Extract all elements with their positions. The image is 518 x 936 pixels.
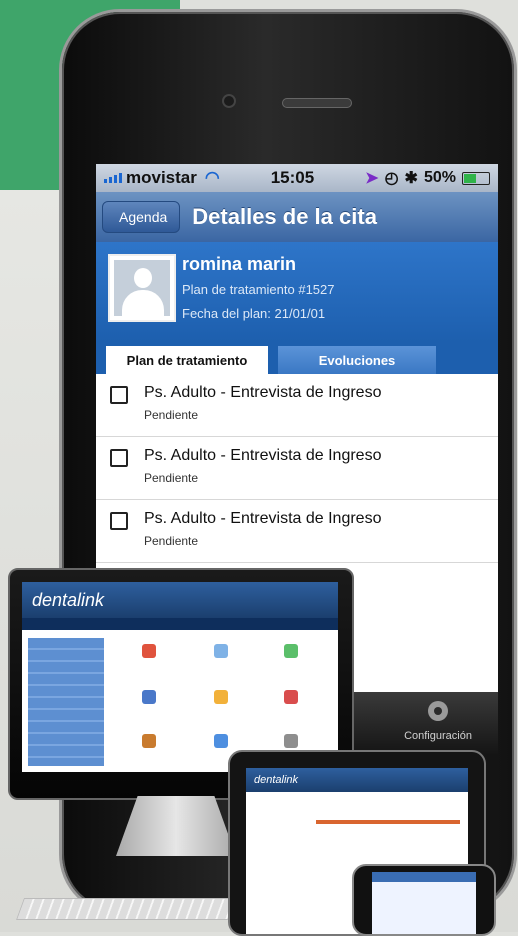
front-camera (222, 94, 236, 108)
status-time: 15:05 (270, 168, 315, 187)
menu-icon (284, 690, 298, 704)
treatment-list: Ps. Adulto - Entrevista de Ingreso Pendi… (96, 374, 498, 563)
monitor-nav (22, 618, 338, 630)
earpiece-speaker (282, 98, 352, 108)
item-status: Pendiente (144, 408, 199, 422)
patient-name: romina marin (182, 254, 297, 274)
item-title: Ps. Adulto - Entrevista de Ingreso (144, 384, 382, 401)
checkbox[interactable] (110, 512, 128, 530)
configuracion-label: Configuración (404, 730, 472, 742)
battery-percent: 50% (423, 169, 456, 186)
menu-icon (142, 734, 156, 748)
list-item[interactable]: Ps. Adulto - Entrevista de Ingreso Pendi… (96, 437, 498, 500)
patient-header: romina marin Plan de tratamiento #1527 F… (96, 242, 498, 342)
keyboard (15, 898, 237, 920)
tab-evoluciones[interactable]: Evoluciones (278, 346, 436, 374)
menu-icon (214, 734, 228, 748)
gear-icon (425, 698, 451, 724)
tablet-logo: dentalink (254, 774, 299, 786)
item-status: Pendiente (144, 534, 199, 548)
bluetooth-icon: ✱ (404, 170, 418, 187)
item-status: Pendiente (144, 471, 199, 485)
tab-configuracion[interactable]: Configuración (388, 698, 488, 742)
monitor-sidebar (28, 638, 104, 766)
clock-icon: ◴ (384, 170, 399, 187)
menu-icon (284, 734, 298, 748)
menu-icon (214, 644, 228, 658)
checkbox[interactable] (110, 386, 128, 404)
tab-plan-de-tratamiento[interactable]: Plan de tratamiento (106, 346, 268, 374)
back-button[interactable]: Agenda (102, 201, 181, 233)
tablet-header: dentalink (246, 768, 468, 792)
wifi-icon: ◠ (204, 168, 220, 187)
plan-date: Fecha del plan: 21/01/01 (182, 306, 326, 321)
page-title: Detalles de la cita (192, 204, 377, 229)
status-bar: movistar ◠ 15:05 ➤ ◴ ✱ 50% (96, 164, 498, 192)
list-item[interactable]: Ps. Adulto - Entrevista de Ingreso Pendi… (96, 500, 498, 563)
location-icon: ➤ (365, 170, 379, 187)
small-phone-screen (372, 872, 476, 934)
small-phone-device (352, 864, 496, 936)
tablet-accent-bar (316, 820, 460, 824)
treatment-plan-number: Plan de tratamiento #1527 (182, 282, 335, 297)
signal-icon (104, 173, 122, 183)
tab-bar-top: Plan de tratamiento Evoluciones (96, 342, 498, 374)
monitor-header: dentalink (22, 582, 338, 618)
item-title: Ps. Adulto - Entrevista de Ingreso (144, 510, 382, 527)
navigation-bar: Agenda Detalles de la cita (96, 192, 498, 242)
item-title: Ps. Adulto - Entrevista de Ingreso (144, 447, 382, 464)
menu-icon (142, 690, 156, 704)
user-silhouette-icon (114, 260, 170, 316)
carrier-name: movistar (126, 168, 197, 187)
menu-icon (142, 644, 156, 658)
back-button-label: Agenda (119, 209, 168, 225)
menu-icon (284, 644, 298, 658)
avatar (108, 254, 176, 322)
battery-icon (461, 171, 490, 185)
status-right: ➤ ◴ ✱ 50% (365, 168, 490, 188)
list-item[interactable]: Ps. Adulto - Entrevista de Ingreso Pendi… (96, 374, 498, 437)
monitor-screen: dentalink (22, 582, 338, 772)
menu-icon (214, 690, 228, 704)
checkbox[interactable] (110, 449, 128, 467)
dentalink-logo: dentalink (32, 590, 105, 610)
small-phone-header (372, 872, 476, 882)
